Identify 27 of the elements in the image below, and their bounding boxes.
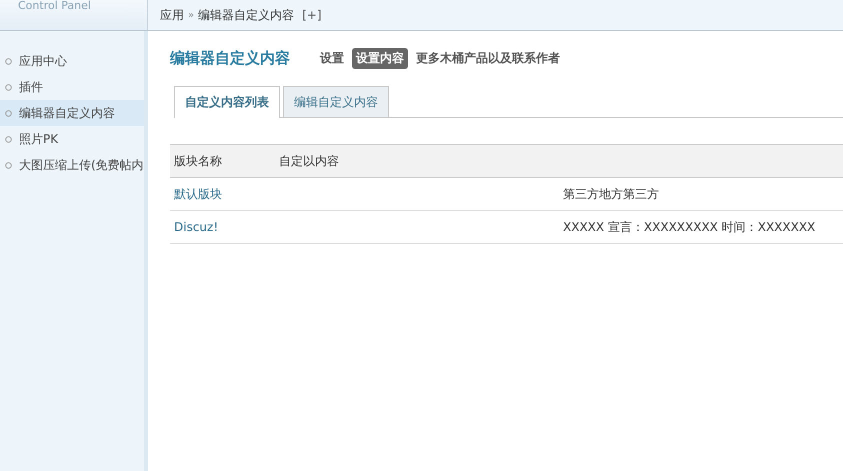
nav-link[interactable]: 设置内容 [352,48,408,68]
tab[interactable]: 编辑自定义内容 [283,86,389,117]
bullet-icon [5,58,12,64]
table-cell: 第三方地方第三方 [563,186,659,200]
bullet-icon [5,136,12,142]
sidebar-item[interactable]: 应用中心 [0,48,144,74]
breadcrumb-link[interactable]: 应用 [160,6,184,24]
table-cell: XXXXX 宣言：XXXXXXXXX 时间：XXXXXXX [563,220,816,234]
column-header: 版块名称 [170,144,275,178]
logo-text: Control Panel [18,0,91,12]
sidebar-item[interactable]: 编辑器自定义内容 [0,100,144,126]
forum-link[interactable]: Discuz! [174,220,218,234]
sidebar-item[interactable]: 照片PK [0,126,144,152]
sidebar-item[interactable]: 大图压缩上传(免费帖内 [0,152,144,178]
forum-link[interactable]: 默认版块 [174,186,222,200]
bullet-icon [5,110,12,116]
tab[interactable]: 自定义内容列表 [174,86,280,118]
breadcrumb-link[interactable]: 编辑器自定义内容 [198,6,294,24]
nav-link[interactable]: 设置 [316,48,348,68]
breadcrumb-separator: » [188,10,194,20]
sidebar-item[interactable]: 插件 [0,74,144,100]
nav-link[interactable]: 更多木桶产品以及联系作者 [412,48,564,68]
bullet-icon [5,162,12,168]
column-header: 自定以内容 [275,144,843,178]
add-shortcut-link[interactable]: [+] [302,8,322,22]
page-title: 编辑器自定义内容 [170,48,290,68]
bullet-icon [5,84,12,90]
